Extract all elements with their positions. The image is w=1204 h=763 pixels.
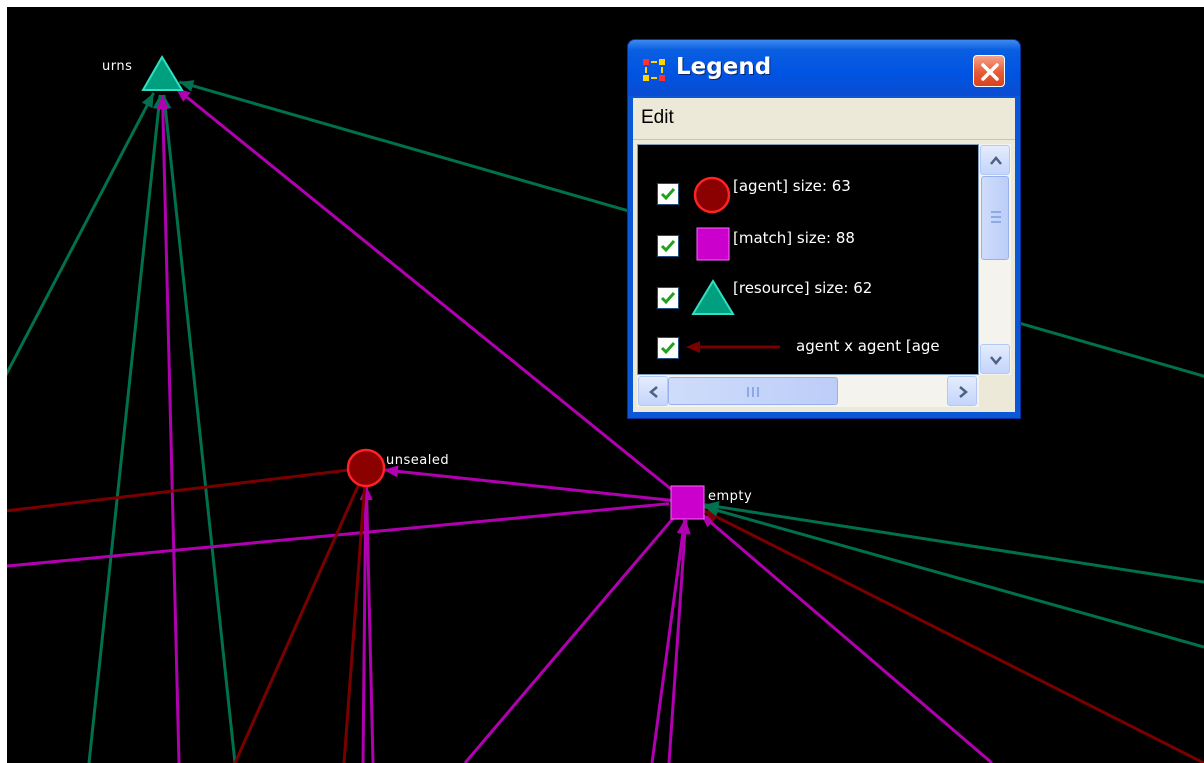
- edge-to-unsealed-2: [364, 485, 375, 763]
- node-empty-square[interactable]: [670, 485, 705, 520]
- legend-entry-resource[interactable]: [resource] size: 62: [638, 277, 978, 317]
- edge-to-urns-1: [7, 92, 155, 377]
- legend-titlebar[interactable]: Legend: [628, 40, 1020, 96]
- edge-to-empty-5: [699, 512, 993, 763]
- edge-to-empty-1: [7, 502, 670, 568]
- vertical-scroll-thumb[interactable]: [981, 176, 1009, 260]
- legend-label-resource: [resource] size: 62: [733, 279, 873, 297]
- network-canvas[interactable]: urns unsealed empty: [7, 7, 1204, 763]
- legend-checkbox-match[interactable]: [657, 235, 679, 257]
- edge-to-unsealed-1: [361, 485, 368, 763]
- legend-panel: [agent] size: 63 [match] size: 88 [resou…: [633, 140, 1015, 412]
- edge-to-urns-5: [160, 94, 181, 763]
- legend-entry-match[interactable]: [match] size: 88: [638, 225, 978, 265]
- edge-agent-3: [342, 485, 367, 763]
- legend-label-agent-x-agent: agent x agent [age: [796, 337, 940, 355]
- close-icon: [981, 63, 999, 81]
- checkmark-icon: [660, 188, 676, 201]
- resource-triangle-icon: [691, 279, 735, 315]
- node-unsealed-circle[interactable]: [346, 448, 386, 488]
- checkmark-icon: [660, 292, 676, 305]
- checkmark-icon: [660, 342, 676, 355]
- scroll-left-button[interactable]: [638, 376, 668, 406]
- agent-circle-icon: [693, 176, 731, 214]
- chevron-right-icon: [959, 386, 968, 398]
- network-app-icon: [643, 59, 665, 81]
- legend-vertical-scrollbar[interactable]: [979, 144, 1011, 375]
- edge-empty-urns: [175, 87, 688, 504]
- legend-window[interactable]: Legend Edit [agent] size: 63 [match] siz…: [627, 39, 1021, 419]
- legend-checkbox-agent[interactable]: [657, 183, 679, 205]
- agent-edge-arrow-icon: [686, 341, 780, 353]
- scroll-up-button[interactable]: [980, 145, 1010, 175]
- edge-to-empty-6: [704, 503, 1204, 584]
- node-label-empty: empty: [708, 489, 753, 504]
- legend-menubar: Edit: [633, 98, 1015, 140]
- legend-horizontal-scrollbar[interactable]: [637, 375, 979, 407]
- chevron-up-icon: [990, 156, 1002, 165]
- edge-agent-2: [233, 483, 361, 763]
- chevron-down-icon: [990, 356, 1002, 365]
- node-label-urns: urns: [102, 59, 133, 74]
- checkmark-icon: [660, 240, 676, 253]
- network-edges: [7, 80, 1204, 763]
- edge-to-urns-3: [162, 94, 237, 763]
- match-square-icon: [696, 227, 730, 261]
- legend-title: Legend: [676, 54, 772, 80]
- edge-to-empty-7: [703, 505, 1204, 649]
- horizontal-scroll-thumb[interactable]: [668, 377, 838, 405]
- legend-label-agent: [agent] size: 63: [733, 177, 851, 195]
- edge-to-empty-3: [650, 519, 687, 763]
- legend-label-match: [match] size: 88: [733, 229, 855, 247]
- legend-entry-agent-x-agent[interactable]: agent x agent [age: [638, 331, 978, 371]
- menu-edit[interactable]: Edit: [641, 107, 674, 129]
- edge-agent-1: [7, 468, 349, 513]
- legend-entry-agent[interactable]: [agent] size: 63: [638, 173, 978, 214]
- node-label-unsealed: unsealed: [386, 453, 450, 468]
- legend-checkbox-resource[interactable]: [657, 287, 679, 309]
- edge-to-empty-4: [667, 519, 688, 763]
- edge-empty-unsealed: [383, 468, 688, 504]
- scroll-down-button[interactable]: [980, 344, 1010, 374]
- scroll-right-button[interactable]: [947, 376, 977, 406]
- close-button[interactable]: [973, 55, 1005, 87]
- edge-agent-4: [702, 508, 1204, 763]
- legend-list[interactable]: [agent] size: 63 [match] size: 88 [resou…: [637, 144, 979, 375]
- legend-checkbox-agent-x-agent[interactable]: [657, 337, 679, 359]
- chevron-left-icon: [649, 386, 658, 398]
- edge-to-empty-2: [463, 514, 677, 763]
